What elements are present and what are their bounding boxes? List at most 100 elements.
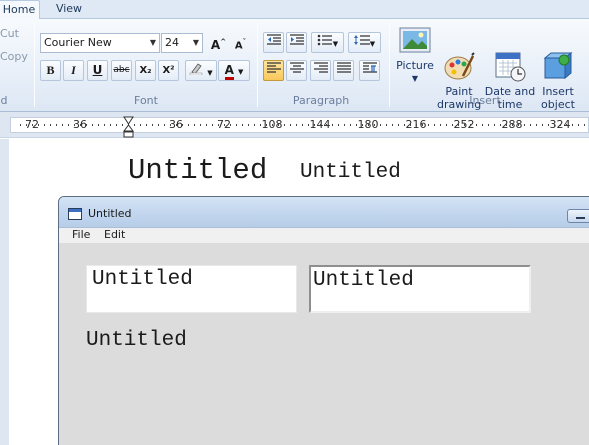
document-text-small[interactable]: Untitled: [300, 161, 401, 184]
text-color-icon: A: [224, 64, 234, 80]
ruler-tick: [290, 124, 291, 126]
italic-button[interactable]: I: [63, 60, 84, 81]
ruler-tick: [44, 124, 45, 126]
ruler-tick: [344, 124, 345, 126]
chevron-down-icon[interactable]: ▼: [393, 72, 437, 85]
chevron-down-icon[interactable]: ▼: [370, 40, 375, 48]
ruler-tick: [20, 124, 21, 126]
ruler-tick: [404, 124, 405, 126]
chevron-down-icon[interactable]: ▼: [150, 34, 156, 52]
ruler-tick: [380, 124, 381, 126]
ruler-tick: [236, 124, 237, 126]
ruler-tick: [368, 124, 369, 126]
menu-edit[interactable]: Edit: [104, 228, 125, 242]
ruler-tick: [200, 124, 201, 126]
ruler-tick: [338, 124, 339, 126]
grow-font-icon[interactable]: A^: [208, 32, 229, 53]
highlight-button[interactable]: ▼: [185, 60, 217, 81]
ruler-tick: [410, 124, 411, 126]
align-center-button[interactable]: [286, 60, 307, 81]
menu-file[interactable]: File: [72, 228, 90, 242]
ruler-tick: [398, 124, 399, 126]
ruler-tick: [104, 124, 105, 126]
ruler-tick: [296, 124, 297, 126]
ruler-tick: [272, 124, 273, 126]
ruler-tick: [110, 124, 111, 126]
ruler-tick: [164, 124, 165, 126]
ribbon: Cut Copy d Courier New ▼ 24 ▼ A^ Aˇ B I …: [0, 19, 589, 112]
edit-box-2[interactable]: Untitled: [309, 265, 531, 313]
minimize-icon[interactable]: [567, 209, 589, 223]
ruler-tick: [188, 124, 189, 126]
ruler-tick: [350, 124, 351, 126]
font-family-combo[interactable]: Courier New ▼: [40, 33, 160, 53]
insert-picture-button[interactable]: Picture ▼: [393, 24, 437, 85]
group-separator: [34, 23, 35, 107]
ruler[interactable]: 72 36 36 72 108 144 180 216 252 288 324: [0, 112, 589, 138]
ruler-tick: [302, 124, 303, 126]
ruler-tick: [428, 124, 429, 126]
ribbon-tab-bar: Home View: [0, 0, 589, 20]
decrease-indent-icon[interactable]: [263, 32, 284, 53]
ruler-tick: [314, 124, 315, 126]
window-app-icon[interactable]: [68, 208, 82, 220]
ruler-tick: [92, 124, 93, 126]
indent-marker-icon[interactable]: [123, 116, 134, 138]
ruler-tick: [494, 124, 495, 126]
increase-indent-icon[interactable]: [286, 32, 307, 53]
align-left-icon: [266, 62, 281, 73]
ruler-tick: [80, 124, 81, 126]
ruler-tick: [212, 124, 213, 126]
bold-button[interactable]: B: [40, 60, 61, 81]
embedded-window[interactable]: Untitled File Edit Untitled Untitled Unt…: [58, 196, 589, 445]
window-client-area: Untitled Untitled Untitled: [59, 243, 589, 445]
paragraph-settings-button[interactable]: [359, 60, 380, 81]
line-spacing-button[interactable]: ▼: [348, 32, 381, 53]
ruler-tick: [572, 124, 573, 126]
bullet-list-button[interactable]: ▼: [311, 32, 344, 53]
ruler-tick: [26, 124, 27, 126]
insert-object-button[interactable]: Insert object: [537, 24, 579, 111]
cut-button[interactable]: Cut: [0, 27, 19, 40]
ruler-tick: [362, 124, 363, 126]
subscript-button[interactable]: X₂: [135, 60, 156, 81]
ruler-tick: [194, 124, 195, 126]
ruler-tick: [278, 124, 279, 126]
chevron-down-icon[interactable]: ▼: [193, 34, 199, 52]
edit-box-1[interactable]: Untitled: [86, 265, 297, 313]
chevron-down-icon[interactable]: ▼: [238, 68, 243, 76]
static-label: Untitled: [86, 329, 187, 352]
tab-view[interactable]: View: [52, 0, 86, 19]
chevron-down-icon[interactable]: ▼: [333, 40, 338, 48]
highlighter-icon: [189, 63, 207, 78]
ruler-tick: [308, 124, 309, 126]
copy-button[interactable]: Copy: [0, 50, 28, 63]
document-text-large[interactable]: Untitled: [128, 154, 267, 187]
clipboard-group-label: d: [0, 94, 8, 107]
ruler-tick: [458, 124, 459, 126]
strikethrough-button[interactable]: abc: [111, 60, 132, 81]
ruler-tick: [56, 124, 57, 126]
ruler-tick: [530, 124, 531, 126]
align-left-button[interactable]: [263, 60, 284, 81]
ruler-tick: [320, 124, 321, 126]
align-right-button[interactable]: [310, 60, 331, 81]
ruler-tick: [476, 124, 477, 126]
justify-icon: [336, 62, 351, 73]
ruler-tick: [86, 124, 87, 126]
ruler-tick: [374, 124, 375, 126]
font-size-combo[interactable]: 24 ▼: [161, 33, 203, 53]
window-titlebar[interactable]: Untitled: [59, 197, 589, 228]
chevron-down-icon[interactable]: ▼: [207, 69, 212, 77]
text-color-button[interactable]: A ▼: [218, 60, 250, 81]
shrink-font-icon[interactable]: Aˇ: [230, 32, 251, 53]
underline-button[interactable]: U: [87, 60, 108, 81]
ruler-tick: [566, 124, 567, 126]
ruler-tick: [392, 124, 393, 126]
align-right-icon: [313, 62, 328, 73]
tab-home[interactable]: Home: [0, 0, 40, 20]
superscript-button[interactable]: X²: [158, 60, 179, 81]
justify-button[interactable]: [333, 60, 354, 81]
ruler-tick: [182, 124, 183, 126]
insert-picture-label: Picture: [396, 59, 434, 72]
